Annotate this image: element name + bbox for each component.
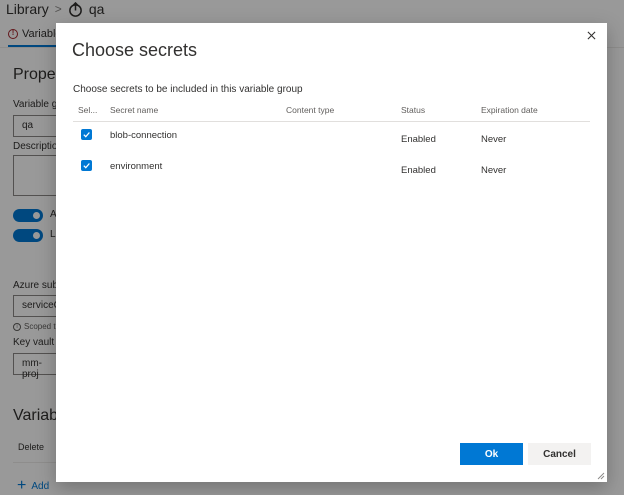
ok-button[interactable]: Ok	[460, 443, 523, 465]
table-row[interactable]: blob-connection Enabled Never	[73, 122, 590, 153]
cancel-button[interactable]: Cancel	[528, 443, 591, 465]
column-secret-name[interactable]: Secret name	[110, 105, 158, 115]
resize-grip-icon[interactable]	[597, 472, 605, 480]
secret-name: environment	[110, 161, 163, 172]
secret-expiration: Never	[481, 165, 507, 176]
table-header: Sel... Secret name Content type Status E…	[73, 100, 590, 122]
dialog-subtitle: Choose secrets to be included in this va…	[73, 84, 303, 95]
close-button[interactable]	[584, 28, 598, 42]
column-status[interactable]: Status	[401, 105, 425, 115]
column-content-type[interactable]: Content type	[286, 105, 334, 115]
checkmark-icon	[83, 132, 90, 138]
secret-expiration: Never	[481, 134, 507, 145]
secrets-table: Sel... Secret name Content type Status E…	[73, 100, 590, 184]
table-row[interactable]: environment Enabled Never	[73, 153, 590, 184]
column-select[interactable]: Sel...	[78, 105, 97, 115]
row-checkbox[interactable]	[81, 160, 92, 171]
close-icon	[587, 31, 595, 39]
choose-secrets-dialog: Choose secrets Choose secrets to be incl…	[56, 23, 607, 482]
secret-name: blob-connection	[110, 130, 178, 141]
column-expiration-date[interactable]: Expiration date	[481, 105, 538, 115]
secret-status: Enabled	[401, 165, 436, 176]
row-checkbox[interactable]	[81, 129, 92, 140]
dialog-title: Choose secrets	[72, 40, 198, 60]
checkmark-icon	[83, 163, 90, 169]
secret-status: Enabled	[401, 134, 436, 145]
